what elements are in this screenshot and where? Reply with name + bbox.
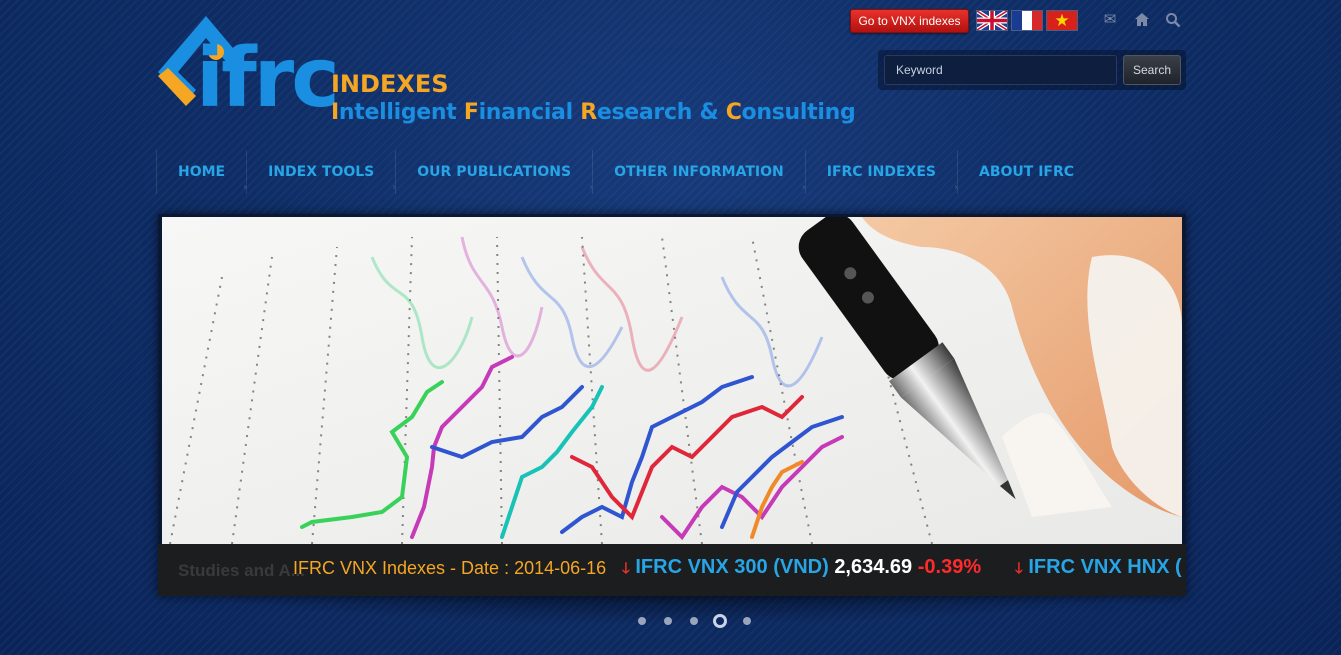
keyword-search-input[interactable] [884,55,1117,85]
logo-subtitle-part: F [463,100,479,125]
slider-dot-5[interactable] [743,617,751,625]
logo-title: INDEXES [331,70,449,98]
search-icon[interactable] [1160,8,1186,32]
logo-subtitle-part: inancial [478,100,581,125]
nav-label: IFRC INDEXES [826,164,936,180]
chevron-right-icon: › [243,182,248,193]
slider-dot-2[interactable] [664,617,672,625]
index-ticker[interactable]: Studies and A... IFRC VNX Indexes - Date… [158,544,1186,596]
ticker-index-change: -0.39% [917,556,982,578]
nav-about-ifrc[interactable]: › ABOUT IFRC [954,150,1095,194]
logo-subtitle-part: esearch & [596,100,726,125]
nav-ifrc-indexes[interactable]: › IFRC INDEXES [802,150,957,194]
nav-other-information[interactable]: › OTHER INFORMATION [589,150,805,194]
slider-dot-1[interactable] [638,617,646,625]
logo-subtitle-part: R [580,100,597,125]
logo-subtitle-part: C [725,100,742,125]
ticker-index-value: 2,634.69 [834,556,913,578]
home-icon-graphic [1135,13,1149,26]
ticker-index-name: IFRC VNX HNX ( [1028,556,1182,578]
logo-subtitle-part: onsulting [741,100,856,125]
logo-subtitle: Intelligent Financial Research & Consult… [331,100,856,125]
vietnam-flag-icon[interactable]: ★ [1046,10,1078,31]
chevron-right-icon: › [392,182,397,193]
ticker-item[interactable]: 🡓 IFRC VNX HNX ( [1015,556,1182,583]
chevron-right-icon: › [589,182,594,193]
mail-icon[interactable]: ✉ [1097,8,1123,32]
nav-home[interactable]: HOME [156,150,246,194]
ticker-date: IFRC VNX Indexes - Date : 2014-06-16 [293,558,607,578]
nav-index-tools[interactable]: › INDEX TOOLS [243,150,395,194]
nav-label: HOME [178,164,226,180]
france-flag-icon[interactable] [1011,10,1043,31]
go-to-vnx-indexes-button[interactable]: Go to VNX indexes [850,9,969,33]
logo-subtitle-part: ntelligent [338,100,464,125]
home-icon[interactable] [1129,8,1155,32]
logo-subtitle-part: I [331,100,339,125]
uk-flag-graphic [977,11,1007,30]
slide-image-chart-and-pen [162,217,1182,544]
hero-slider[interactable]: Studies and A... IFRC VNX Indexes - Date… [158,214,1186,596]
chevron-right-icon: › [954,182,958,193]
nav-our-publications[interactable]: › OUR PUBLICATIONS [392,150,592,194]
logo-wordmark: ifrc [196,31,340,126]
ticker-index-name: IFRC VNX 300 (VND) [635,556,829,578]
nav-label: OTHER INFORMATION [614,164,784,180]
chevron-right-icon: › [801,182,806,193]
arrow-down-icon: 🡓 [1015,560,1023,577]
search-button[interactable]: Search [1123,55,1181,85]
ticker-item[interactable]: 🡓 IFRC VNX 300 (VND) 2,634.69 -0.39% [622,556,981,583]
slide-illustration [162,217,1182,544]
arrow-down-icon: 🡓 [622,560,630,577]
nav-label: OUR PUBLICATIONS [417,164,572,180]
search-icon-graphic [1166,13,1181,28]
site-logo[interactable]: ifrc INDEXES Intelligent Financial Resea… [156,10,856,130]
uk-flag-icon[interactable] [976,10,1008,31]
main-nav: HOME › INDEX TOOLS › OUR PUBLICATIONS › OTH… [156,150,1095,194]
slider-dot-4[interactable] [713,614,727,628]
nav-label: ABOUT IFRC [979,164,1075,180]
nav-label: INDEX TOOLS [268,164,375,180]
slider-dot-3[interactable] [690,617,698,625]
slide-caption: Studies and A... [178,561,305,580]
